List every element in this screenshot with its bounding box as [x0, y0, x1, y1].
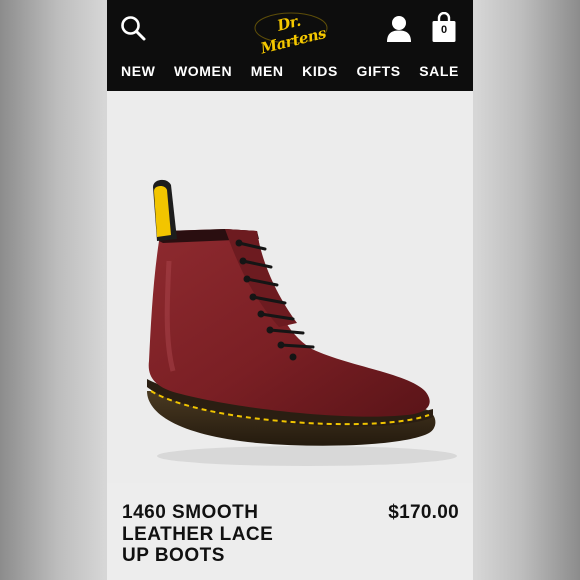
shopping-bag-icon[interactable]: 0	[429, 12, 459, 44]
product-title-line: LEATHER LACE	[122, 523, 274, 545]
nav-item-women[interactable]: WOMEN	[174, 61, 232, 81]
nav-item-kids[interactable]: KIDS	[302, 61, 338, 81]
site-header: Dr. Martens 0 NEW WOMEN MEN KIDS GIFTS S…	[107, 0, 473, 91]
product-image[interactable]	[107, 91, 473, 483]
nav-item-gifts[interactable]: GIFTS	[356, 61, 400, 81]
account-icon[interactable]	[384, 14, 414, 44]
product-price: $170.00	[388, 502, 459, 523]
search-icon[interactable]	[119, 14, 147, 42]
product-title-line: UP BOOTS	[122, 545, 225, 566]
nav-item-new[interactable]: NEW	[121, 61, 155, 81]
brand-logo[interactable]: Dr. Martens	[251, 6, 331, 58]
product-title[interactable]: 1460 SMOOTH LEATHER LACE UP BOOTS	[122, 502, 342, 567]
phone-screen: Dr. Martens 0 NEW WOMEN MEN KIDS GIFTS S…	[107, 0, 473, 580]
main-nav: NEW WOMEN MEN KIDS GIFTS SALE	[107, 61, 473, 81]
nav-item-men[interactable]: MEN	[251, 61, 284, 81]
bag-count: 0	[440, 24, 448, 36]
boot-illustration	[147, 179, 457, 466]
product-title-line: 1460 SMOOTH	[122, 502, 259, 523]
nav-item-sale[interactable]: SALE	[419, 61, 459, 81]
